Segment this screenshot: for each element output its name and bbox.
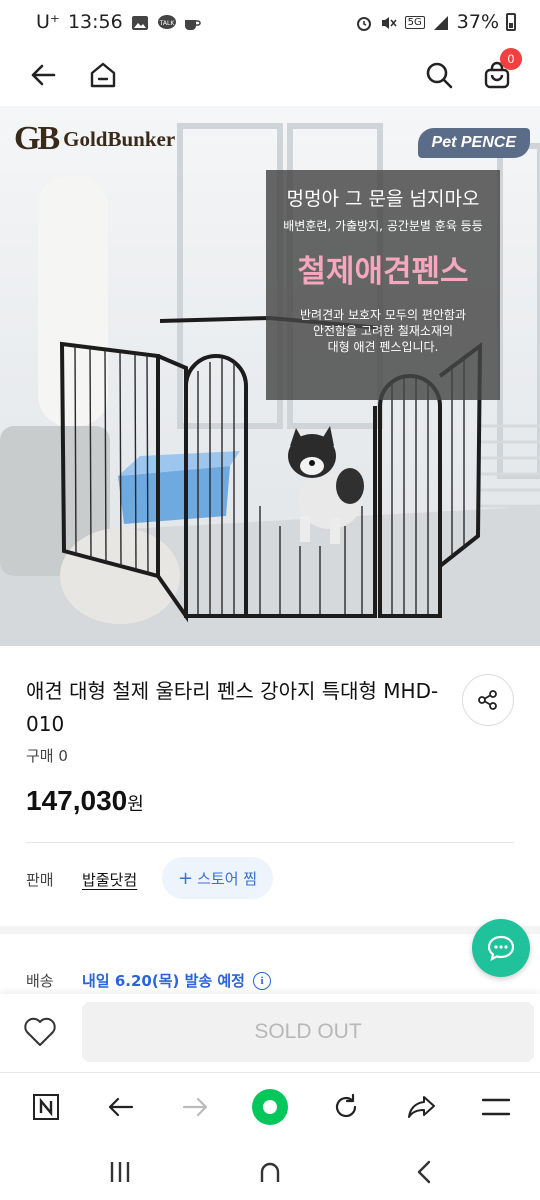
system-back-button[interactable] [404,1152,444,1192]
follow-store-label: 스토어 찜 [197,869,258,888]
home-arch-icon [260,1162,280,1182]
naver-home-button[interactable] [26,1087,66,1127]
cart-count-badge: 0 [500,48,522,70]
cafe-icon [183,14,201,30]
network-type-label: 5G [404,15,425,29]
forward-share-icon [408,1096,435,1118]
status-bar: U⁺ 13:56 TALK 5G 37% [0,0,540,44]
browser-toolbar [0,1072,540,1138]
menu-icon [481,1098,511,1116]
promo-product-name: 철제애견펜스 [297,254,469,290]
brand-name: GoldBunker [63,126,176,151]
battery-icon [506,13,516,31]
brand-mark: GB [14,120,60,157]
purchase-bar: SOLD OUT [0,994,540,1072]
clock: 13:56 [67,11,123,33]
system-navigation-bar [0,1138,540,1200]
price-value: 147,030 [26,785,128,816]
browser-back-button[interactable] [100,1087,140,1127]
product-image[interactable]: GB GoldBunker Pet PENCE 멍멍아 그 문을 넘지마오 배변… [0,106,540,646]
carrier-label: U⁺ [36,11,60,33]
app-header: 0 [0,44,540,106]
price-currency: 원 [127,794,144,815]
chat-button[interactable] [472,919,530,977]
recent-apps-icon [110,1162,130,1182]
svg-text:TALK: TALK [158,20,175,27]
shipping-date: 내일 6.20(목) 발송 예정 i [82,970,271,991]
shipping-label: 배송 [26,972,54,990]
follow-store-button[interactable]: + 스토어 찜 [162,857,274,899]
mute-icon [380,14,398,30]
green-dot-icon [252,1089,288,1125]
plus-icon: + [178,867,194,889]
divider [26,842,514,843]
alarm-icon [355,14,373,31]
share-button[interactable] [462,674,514,726]
heart-icon [24,1017,56,1046]
seller-label: 판매 [26,871,54,889]
chevron-left-icon [417,1160,431,1184]
promo-description: 반려견과 보호자 모두의 편안함과 안전함을 고려한 철재소재의 대형 애견 펜… [266,307,500,355]
back-button[interactable] [22,54,64,96]
chat-icon [487,935,515,962]
promo-banner: 멍멍아 그 문을 넘지마오 배변훈련, 가출방지, 공간분별 훈육 등등 철제애… [266,170,500,400]
product-price: 147,030원 [26,785,144,817]
system-home-button[interactable] [250,1152,290,1192]
purchase-count: 구매 0 [26,747,68,765]
promo-subline: 배변훈련, 가출방지, 공간분별 훈육 등등 [283,219,483,233]
recent-apps-button[interactable] [100,1152,140,1192]
promo-description-line: 대형 애견 펜스입니다. [327,340,439,354]
promo-description-line: 반려견과 보호자 모두의 편안함과 [299,308,466,322]
green-dot-button[interactable] [250,1087,290,1127]
shipping-date-text: 내일 6.20(목) 발송 예정 [82,972,245,990]
product-title: 애견 대형 철제 울타리 펜스 강아지 특대형 MHD-010 [26,679,439,736]
battery-percent: 37% [456,11,499,33]
section-separator [0,926,540,934]
home-button[interactable] [82,54,124,96]
browser-forward-button[interactable] [176,1087,216,1127]
promo-description-line: 안전함을 고려한 철재소재의 [312,324,454,338]
refresh-button[interactable] [326,1087,366,1127]
share-page-button[interactable] [402,1087,442,1127]
talk-icon: TALK [157,14,176,30]
share-icon [478,690,497,710]
sold-out-button[interactable]: SOLD OUT [82,1002,534,1062]
search-icon [426,62,453,89]
info-icon[interactable]: i [253,971,271,990]
refresh-icon [335,1093,357,1118]
cart-button[interactable]: 0 [476,48,522,96]
search-button[interactable] [418,54,460,96]
seller-store-link[interactable]: 밥줄닷컴 [82,869,137,890]
home-icon [90,62,116,88]
pet-pence-tag: Pet PENCE [417,128,530,158]
arrow-right-icon [182,1097,208,1117]
brand-logo: GB GoldBunker [14,120,175,158]
naver-n-icon [33,1094,59,1120]
menu-button[interactable] [476,1087,516,1127]
promo-headline: 멍멍아 그 문을 넘지마오 [286,188,480,210]
signal-icon [432,14,450,30]
arrow-left-icon [108,1097,134,1117]
wishlist-button[interactable] [18,1010,62,1054]
gallery-icon [131,14,149,30]
